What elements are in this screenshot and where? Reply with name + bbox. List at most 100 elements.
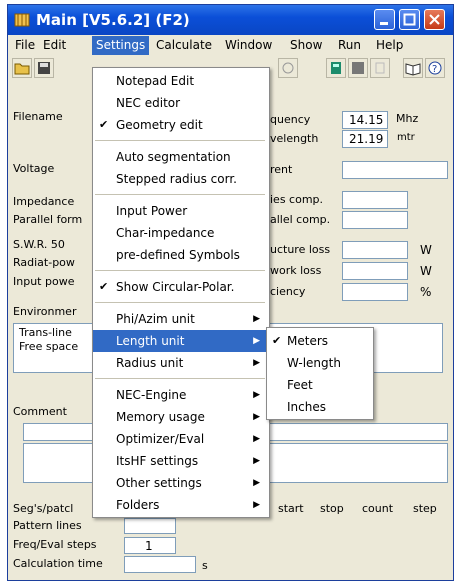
maximize-icon [403,13,416,26]
network-loss-label: work loss [270,264,322,277]
window-title: Main [V5.6.2] (F2) [36,11,190,29]
current-output [342,161,448,179]
toolbar-button-7[interactable] [326,58,346,78]
menuitem-meters[interactable]: ✔ Meters [267,330,371,352]
menuitem-geometry-edit[interactable]: ✔ Geometry edit [93,114,267,136]
menu-settings[interactable]: Settings [92,36,150,55]
sweep-stop-label: stop [320,502,344,515]
menuitem-memory-usage[interactable]: Memory usage ▶ [93,406,267,428]
parallel-form-label: Parallel form [13,213,83,226]
menuitem-label: Input Power [116,204,188,218]
title-bar[interactable]: Main [V5.6.2] (F2) [8,5,453,35]
submenu-arrow-icon: ▶ [253,500,260,510]
toolbar-button-9[interactable] [370,58,390,78]
close-button[interactable] [424,9,445,30]
menuitem-optimizer-eval[interactable]: Optimizer/Eval ▶ [93,428,267,450]
menu-calculate[interactable]: Calculate [156,38,212,52]
menuitem-other-settings[interactable]: Other settings ▶ [93,472,267,494]
submenu-arrow-icon: ▶ [253,434,260,444]
save-button[interactable] [34,58,54,78]
app-icon [14,13,30,27]
menuitem-label: Auto segmentation [116,150,231,164]
menuitem-length-unit[interactable]: Length unit ▶ [93,330,267,352]
pattern-lines-input[interactable] [124,518,176,534]
menuitem-label: Char-impedance [116,226,215,240]
calculation-time-input[interactable] [124,556,196,573]
disabled-icon [375,62,385,74]
menuitem-radius-unit[interactable]: Radius unit ▶ [93,352,267,374]
menuitem-itshf-settings[interactable]: ItsHF settings ▶ [93,450,267,472]
structure-loss-output [342,241,408,259]
parallel-comp-label: allel comp. [270,213,331,226]
menuitem-w-length[interactable]: W-length [267,352,371,374]
menu-separator [95,194,265,195]
menuitem-label: pre-defined Symbols [116,248,240,262]
menuitem-show-circular-polar[interactable]: ✔ Show Circular-Polar. [93,276,267,298]
book-icon [405,63,421,76]
check-icon: ✔ [272,334,282,347]
menuitem-label: Inches [287,400,326,414]
menuitem-label: Optimizer/Eval [116,432,205,446]
minimize-button[interactable] [374,9,395,30]
menu-file[interactable]: File [15,38,35,52]
toolbar-button-8[interactable] [348,58,368,78]
menuitem-phi-azim-unit[interactable]: Phi/Azim unit ▶ [93,308,267,330]
menu-separator [95,140,265,141]
settings-dropdown: Notepad Edit NEC editor ✔ Geometry edit A… [92,67,270,518]
menuitem-stepped-radius[interactable]: Stepped radius corr. [93,168,267,190]
freq-eval-steps-input[interactable]: 1 [124,537,176,554]
menu-show[interactable]: Show [290,38,322,52]
submenu-arrow-icon: ▶ [253,358,260,368]
menu-help[interactable]: Help [376,38,403,52]
menuitem-notepad-edit[interactable]: Notepad Edit [93,70,267,92]
menuitem-feet[interactable]: Feet [267,374,371,396]
environment-label: Environmer [13,305,77,318]
maximize-button[interactable] [399,9,420,30]
sweep-count-label: count [362,502,394,515]
frequency-input[interactable]: 14.15 [342,111,388,129]
sweep-step-label: step [413,502,437,515]
calculation-time-unit: s [202,559,208,572]
menuitem-nec-editor[interactable]: NEC editor [93,92,267,114]
menuitem-label: NEC editor [116,96,181,110]
frequency-value: 14.15 [349,113,384,127]
wavelength-unit: mtr [397,132,415,143]
antenna-icon [282,62,294,74]
menuitem-predefined-symbols[interactable]: pre-defined Symbols [93,244,267,266]
menu-bar: File Edit Settings Calculate Window Show… [8,35,453,55]
menuitem-nec-engine[interactable]: NEC-Engine ▶ [93,384,267,406]
open-file-button[interactable] [12,58,32,78]
radiat-power-label: Radiat-pow [13,256,75,269]
menuitem-label: NEC-Engine [116,388,187,402]
menuitem-label: Feet [287,378,313,392]
help-button[interactable]: ? [425,58,445,78]
input-power-label: Input powe [13,275,75,288]
wavelength-input[interactable]: 21.19 [342,130,388,148]
menuitem-label: Notepad Edit [116,74,195,88]
menuitem-inches[interactable]: Inches [267,396,371,418]
menuitem-auto-segmentation[interactable]: Auto segmentation [93,146,267,168]
menuitem-char-impedance[interactable]: Char-impedance [93,222,267,244]
submenu-arrow-icon: ▶ [253,412,260,422]
menu-separator [95,270,265,271]
freq-eval-steps-value: 1 [145,539,153,553]
close-icon [429,14,440,25]
menu-window[interactable]: Window [225,38,272,52]
frequency-unit: Mhz [396,112,419,125]
structure-loss-unit: W [420,243,432,257]
menuitem-folders[interactable]: Folders ▶ [93,494,267,514]
menuitem-label: Other settings [116,476,202,490]
menu-run[interactable]: Run [338,38,361,52]
menu-separator [95,302,265,303]
menuitem-label: Geometry edit [116,118,203,132]
comment-label: Comment [13,405,67,418]
calculate-icon [331,62,341,74]
menu-edit[interactable]: Edit [43,38,66,52]
toolbar-button-6[interactable] [278,58,298,78]
network-loss-unit: W [420,264,432,278]
toolbar-button-10[interactable] [403,58,423,78]
menu-separator [95,378,265,379]
menuitem-input-power[interactable]: Input Power [93,200,267,222]
efficiency-output [342,283,408,301]
folder-icon [14,63,30,75]
